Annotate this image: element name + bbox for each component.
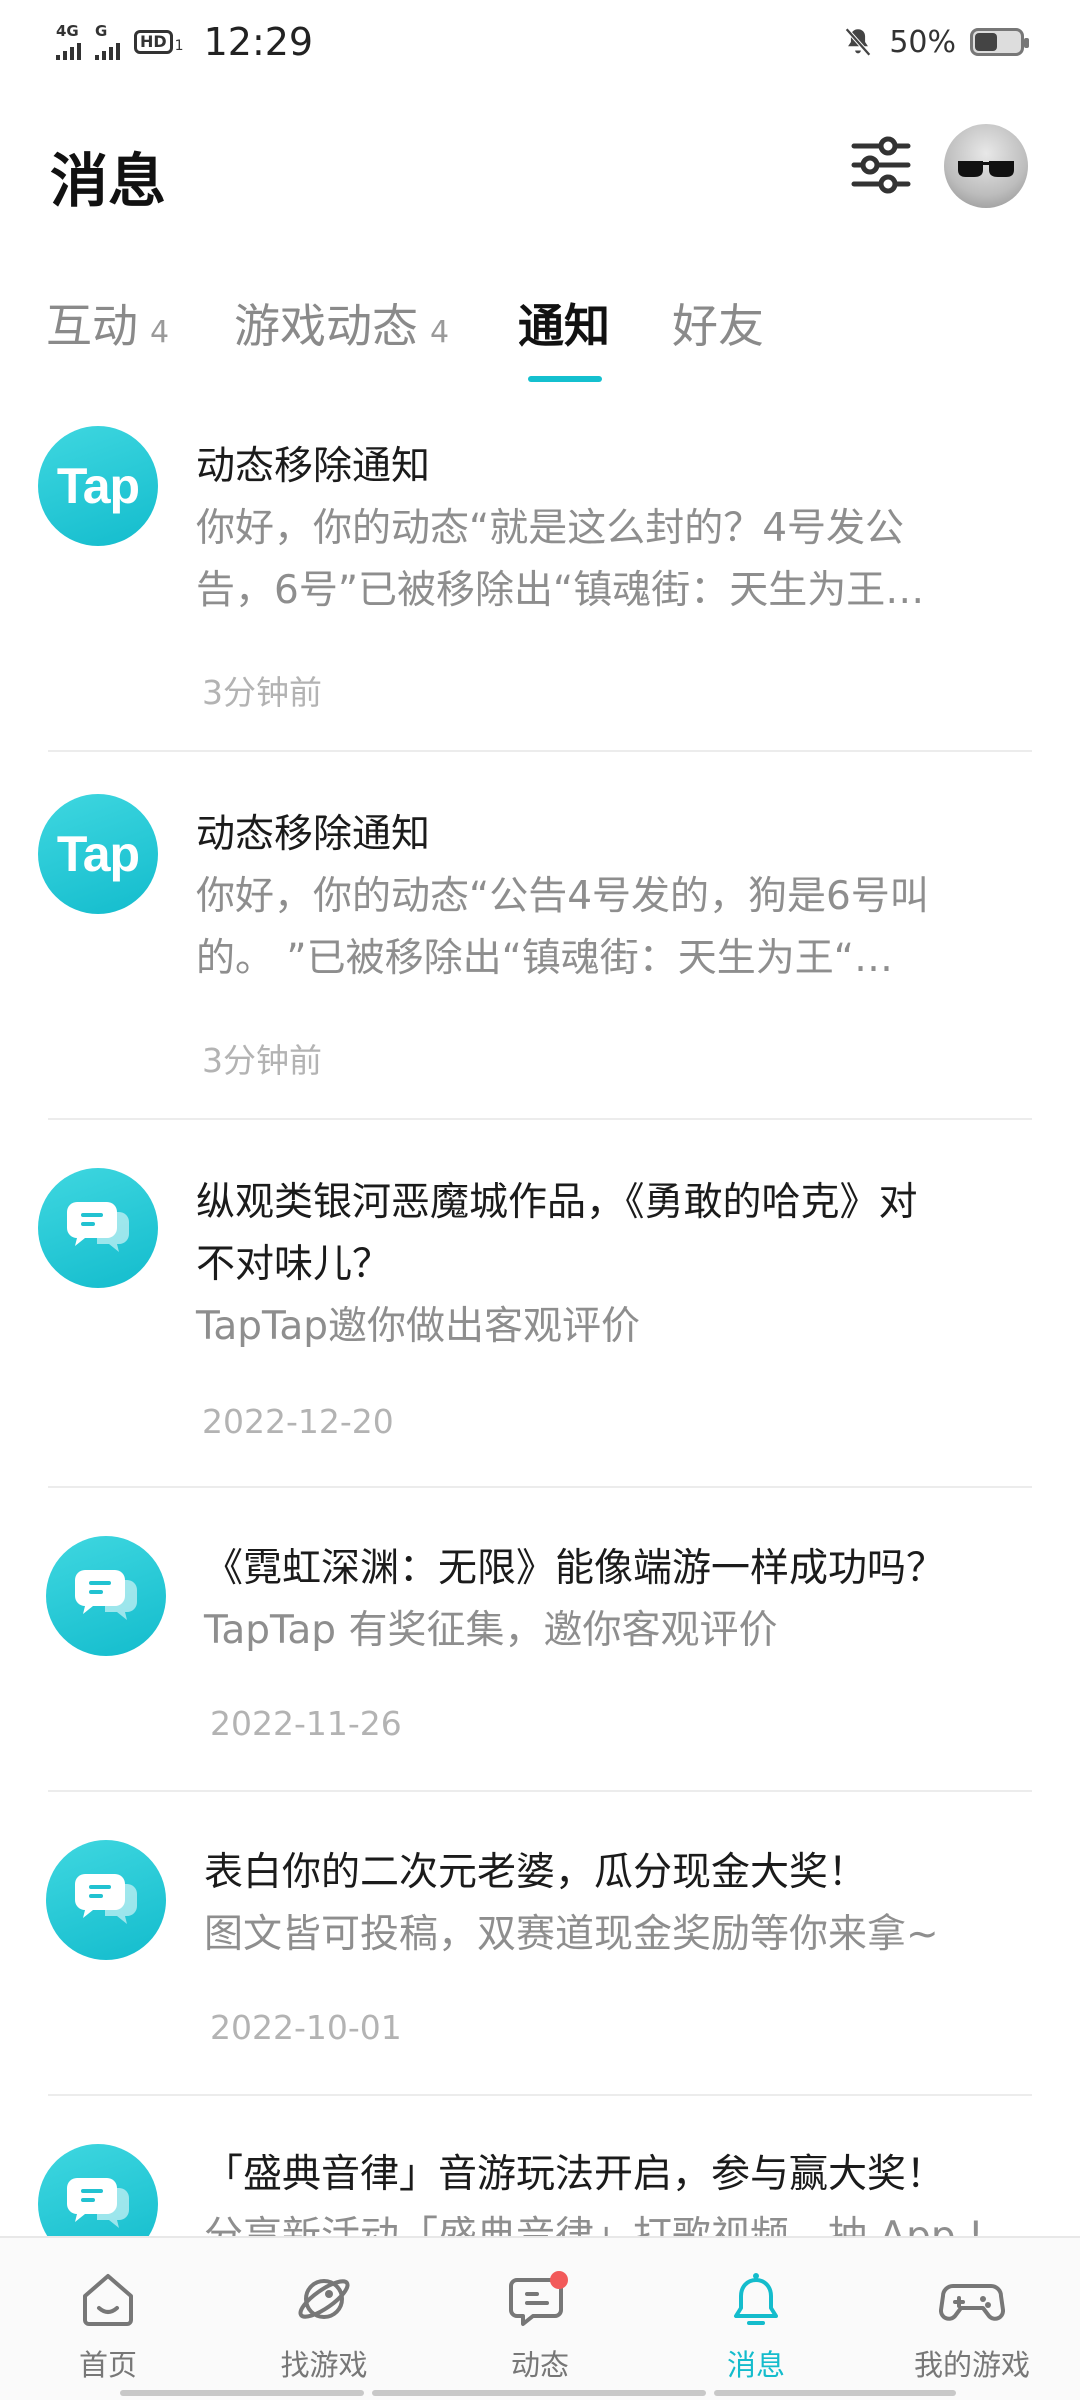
feed-icon (509, 2271, 568, 2326)
active-tab-indicator (528, 376, 602, 382)
chat-bubble-icon (46, 1536, 166, 1656)
app-header: 消息 (0, 110, 1080, 230)
logo-text: Tap (56, 458, 140, 514)
avatar[interactable] (944, 124, 1028, 208)
nav-messages[interactable]: 消息 (648, 2238, 864, 2400)
tab-interaction[interactable]: 互动 4 (46, 290, 169, 356)
list-item[interactable]: 纵观类银河恶魔城作品，《勇敢的哈克》对 不对味儿？ TapTap邀你做出客观评价… (0, 1162, 1080, 1502)
chat-bubble-glyph (75, 1874, 137, 1924)
divider (48, 750, 1032, 752)
nav-my-games[interactable]: 我的游戏 (864, 2238, 1080, 2400)
message-time: 2022-10-01 (210, 2008, 402, 2047)
tab-count: 4 (430, 315, 450, 350)
message-body: 分享新活动「盛典音律」打歌视频，抽 App ! (204, 2206, 984, 2236)
list-item[interactable]: 表白你的二次元老婆，瓜分现金大奖！ 图文皆可投稿，双赛道现金奖励等你来拿~ 20… (0, 1840, 1080, 2120)
message-title: 表白你的二次元老婆，瓜分现金大奖！ (204, 1850, 868, 1895)
mute-bell-icon (845, 27, 872, 57)
chat-bubble-icon (46, 1840, 166, 1960)
gesture-bar (120, 2390, 364, 2396)
tab-label: 互动 (46, 299, 138, 353)
list-item[interactable]: 「盛典音律」音游玩法开启，参与赢大奖！ 分享新活动「盛典音律」打歌视频，抽 Ap… (0, 2144, 1080, 2236)
logo-text: Tap (56, 826, 140, 882)
taptap-logo-icon: Tap (38, 426, 158, 546)
network-type-label-2: G (95, 22, 108, 40)
chat-bubble-icon (38, 1168, 158, 1288)
battery-icon (970, 28, 1029, 56)
gesture-bar (372, 2390, 706, 2396)
nav-label: 找游戏 (280, 2348, 368, 2382)
message-title-line: 纵观类银河恶魔城作品，《勇敢的哈克》对 (196, 1180, 918, 1225)
message-time: 3分钟前 (202, 673, 322, 712)
nav-find-games[interactable]: 找游戏 (216, 2238, 432, 2400)
chat-bubble-glyph (75, 1570, 137, 1620)
taptap-logo-icon: Tap (38, 794, 158, 914)
gamepad-icon (939, 2284, 1005, 2321)
hd-voice-icon: HD (134, 30, 173, 54)
tab-game-updates[interactable]: 游戏动态 4 (234, 290, 449, 356)
sunglasses-icon (958, 161, 1014, 177)
nav-label: 首页 (78, 2348, 137, 2382)
divider (48, 1118, 1032, 1120)
bottom-nav: 首页 找游戏 动态 消息 我的游戏 (0, 2236, 1080, 2400)
network-type-label: 4G (56, 22, 79, 40)
home-icon (83, 2274, 133, 2326)
notification-badge (550, 2271, 568, 2289)
message-title: 《霓虹深渊：无限》能像端游一样成功吗？ (204, 1546, 946, 1591)
message-time: 2022-11-26 (210, 1704, 402, 1743)
battery-percent: 50% (889, 24, 956, 60)
nav-feed[interactable]: 动态 (432, 2238, 648, 2400)
message-body-line: 你好，你的动态“就是这么封的？4号发公 (196, 506, 905, 551)
tab-label: 通知 (518, 299, 610, 353)
tab-friends[interactable]: 好友 (672, 290, 764, 356)
tab-bar: 互动 4 游戏动态 4 通知 好友 (0, 280, 1080, 382)
divider (48, 2094, 1032, 2096)
message-time: 3分钟前 (202, 1041, 322, 1080)
message-body-line: 告，6号”已被移除出“镇魂街：天生为王… (196, 568, 925, 613)
divider (48, 1790, 1032, 1792)
planet-icon (298, 2279, 350, 2319)
nav-home[interactable]: 首页 (0, 2238, 216, 2400)
message-title: 动态移除通知 (196, 444, 431, 489)
chat-bubble-icon (38, 2144, 158, 2236)
message-title-line: 不对味儿？ (196, 1242, 392, 1287)
message-time: 2022-12-20 (202, 1402, 394, 1441)
message-body: TapTap 有奖征集，邀你客观评价 (204, 1608, 778, 1653)
nav-label: 消息 (726, 2348, 785, 2382)
tab-notifications[interactable]: 通知 (518, 290, 610, 356)
hd-sub-label: 1 (174, 38, 184, 54)
nav-label: 动态 (510, 2348, 569, 2382)
list-item[interactable]: 《霓虹深渊：无限》能像端游一样成功吗？ TapTap 有奖征集，邀你客观评价 2… (0, 1536, 1080, 1816)
nav-label: 我的游戏 (913, 2348, 1030, 2382)
chat-bubble-glyph (67, 1202, 129, 1252)
signal-4g-icon: 4G (56, 24, 81, 60)
message-body: TapTap邀你做出客观评价 (196, 1304, 641, 1349)
filter-settings-icon[interactable] (848, 132, 914, 198)
signal-g-icon: G (95, 24, 120, 60)
message-title: 「盛典音律」音游玩法开启，参与赢大奖！ (204, 2152, 946, 2197)
message-body-line: 你好，你的动态“公告4号发的，狗是6号叫 (196, 874, 929, 919)
list-item[interactable]: Tap 动态移除通知 你好，你的动态“就是这么封的？4号发公 告，6号”已被移除… (0, 426, 1080, 766)
bell-icon (734, 2273, 778, 2325)
message-body: 图文皆可投稿，双赛道现金奖励等你来拿~ (204, 1912, 939, 1957)
list-item[interactable]: Tap 动态移除通知 你好，你的动态“公告4号发的，狗是6号叫 的。 ”已被移除… (0, 794, 1080, 1134)
message-title: 动态移除通知 (196, 812, 431, 857)
chat-bubble-glyph (67, 2178, 129, 2228)
status-bar: 4G G HD 1 12:29 50% (0, 0, 1080, 84)
tab-count: 4 (150, 315, 170, 350)
message-body-line: 的。 ”已被移除出“镇魂街：天生为王“… (196, 936, 894, 981)
gesture-bar (714, 2390, 956, 2396)
tab-label: 游戏动态 (234, 299, 418, 353)
page-title: 消息 (50, 147, 167, 215)
divider (48, 1486, 1032, 1488)
clock: 12:29 (203, 20, 314, 64)
tab-label: 好友 (672, 299, 764, 353)
